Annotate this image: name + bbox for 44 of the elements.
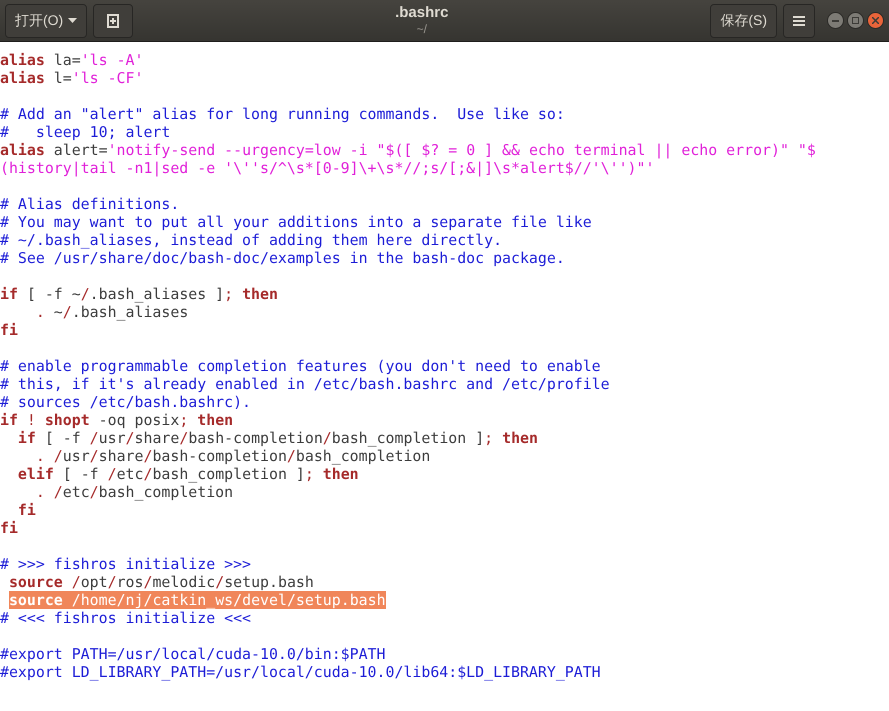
code-line: # this, if it's already enabled in /etc/bash.bashrc and /etc/profile [0, 375, 610, 393]
code-line: elif [ -f /etc/bash_completion ]; then [16, 465, 359, 483]
close-icon [872, 17, 879, 24]
code-line: . ~/.bash_aliases [34, 303, 188, 321]
window-title: .bashrc [395, 4, 448, 22]
code-line: # ~/.bash_aliases, instead of adding them here directly. [0, 231, 502, 249]
code-line: fi [18, 501, 36, 519]
code-line: fi [0, 519, 18, 537]
minimize-button[interactable] [827, 12, 844, 29]
code-line: #export LD_LIBRARY_PATH=/usr/local/cuda-10.0/lib64:$LD_LIBRARY_PATH [0, 663, 601, 681]
code-line: (history|tail -n1|sed -e '\''s/^\s*[0-9]\+\s*//;s/[;&|]\s*alert$//'\'')"' [0, 159, 654, 177]
code-line: # sources /etc/bash.bashrc). [0, 393, 252, 411]
caret-icon [68, 18, 78, 23]
code-line: alias alert='notify-send --urgency=low -i "$([ $? = 0 ] && echo terminal || echo error)" "$ [0, 141, 816, 159]
code-line: # Alias definitions. [0, 195, 180, 213]
menu-button[interactable] [783, 4, 815, 38]
code-line: # See /usr/share/doc/bash-doc/examples in the bash-doc package. [0, 249, 565, 267]
code-line: if [ -f /usr/share/bash-completion/bash_completion ]; then [16, 429, 538, 447]
code-line: # enable programmable completion features (you don't need to enable [0, 357, 601, 375]
code-line: if [ -f ~/.bash_aliases ]; then [0, 285, 278, 303]
open-button[interactable]: 打开(O) [5, 4, 88, 38]
document-plus-icon [106, 14, 120, 28]
code-line: # >>> fishros initialize >>> [0, 555, 252, 573]
code-line: source /opt/ros/melodic/setup.bash [8, 573, 314, 591]
code-line: . /etc/bash_completion [36, 483, 234, 501]
maximize-icon [852, 17, 859, 24]
code-line: # sleep 10; alert [0, 123, 170, 141]
new-document-button[interactable] [93, 4, 134, 38]
code-line: . /usr/share/bash-completion/bash_completion [34, 447, 430, 465]
code-line: alias la='ls -A' [0, 51, 144, 69]
window-subtitle: ~/ [416, 22, 427, 38]
minimize-icon [832, 20, 839, 22]
menu-icon [793, 16, 805, 26]
save-button[interactable]: 保存(S) [710, 4, 777, 38]
code-line: # You may want to put all your additions into a separate file like [0, 213, 592, 231]
code-line: # Add an "alert" alias for long running commands. Use like so: [0, 105, 565, 123]
code-line: fi [0, 321, 18, 339]
close-button[interactable] [867, 12, 884, 29]
code-line: # <<< fishros initialize <<< [0, 609, 252, 627]
maximize-button[interactable] [847, 12, 864, 29]
code-line: alias l='ls -CF' [0, 69, 144, 87]
selected-text: source /home/nj/catkin_ws/devel/setup.bash [8, 591, 386, 609]
code-line: #export PATH=/usr/local/cuda-10.0/bin:$PATH [0, 645, 386, 663]
code-line: if ! shopt -oq posix; then [0, 411, 234, 429]
